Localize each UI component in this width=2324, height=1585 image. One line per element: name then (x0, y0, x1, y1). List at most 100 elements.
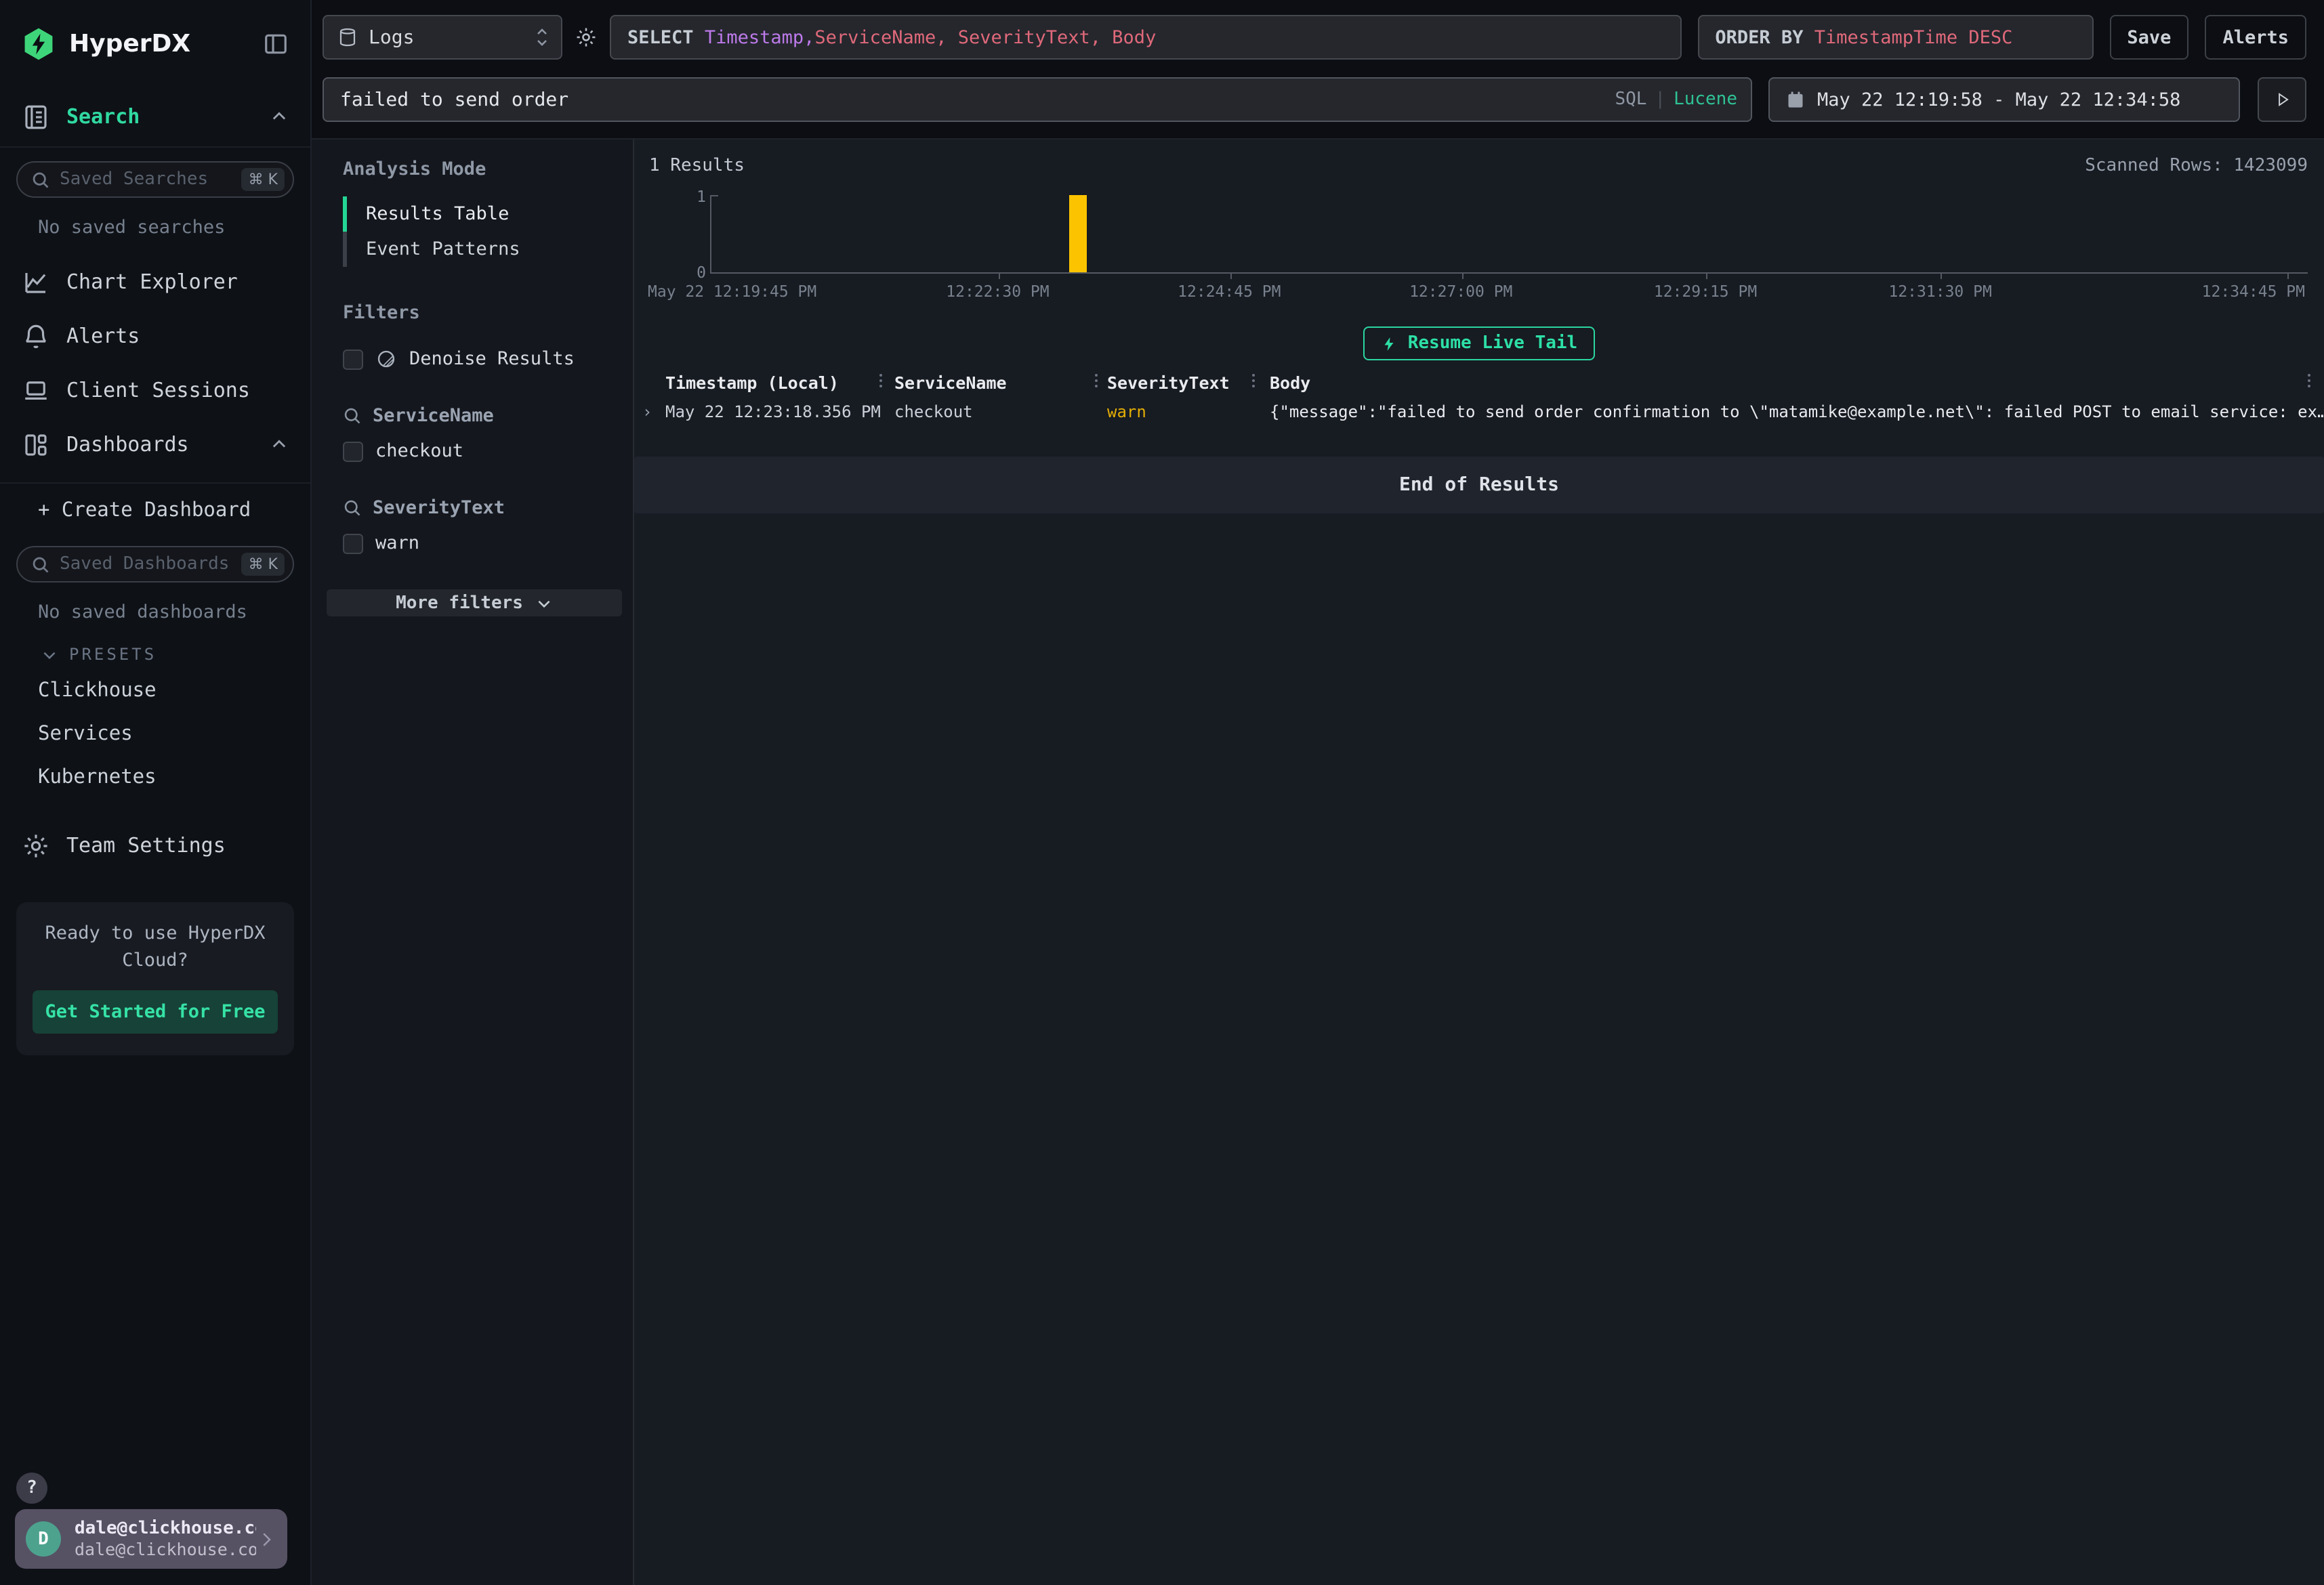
denoise-checkbox[interactable] (343, 349, 363, 369)
filter-group-name: SeverityText (373, 497, 505, 519)
create-dashboard-button[interactable]: + Create Dashboard (0, 484, 310, 532)
x-tickmark (1230, 272, 1232, 279)
notebook-icon (22, 102, 50, 131)
grid-icon (22, 430, 50, 459)
tab-event-patterns[interactable]: Event Patterns (343, 232, 619, 267)
resume-live-tail-label: Resume Live Tail (1408, 333, 1577, 354)
chevron-down-icon (535, 594, 553, 612)
sidebar-item-client-sessions[interactable]: Client Sessions (0, 363, 310, 417)
sidebar-item-chart-explorer[interactable]: Chart Explorer (0, 255, 310, 309)
user-subtitle: dale@clickhouse.com's (75, 1539, 256, 1559)
filter-option-label: checkout (375, 440, 463, 462)
chevron-up-icon (270, 435, 289, 454)
analysis-mode-tabs: Results Table Event Patterns (343, 196, 619, 267)
language-sql[interactable]: SQL (1615, 89, 1646, 110)
filter-option-label: warn (375, 532, 419, 554)
language-lucene[interactable]: Lucene (1674, 89, 1737, 110)
sidebar-collapse-button[interactable] (263, 30, 289, 56)
saved-dashboards-input[interactable] (60, 554, 242, 574)
cell-servicename: checkout (894, 397, 1107, 427)
lightning-bolt-icon (1381, 334, 1397, 353)
select-token-timestamp: Timestamp, (705, 26, 815, 48)
search-query-box[interactable]: SQL | Lucene (323, 77, 1752, 122)
col-timestamp[interactable]: Timestamp (Local) (665, 368, 894, 397)
chevron-right-icon (256, 1529, 276, 1549)
more-filters-label: More filters (396, 593, 523, 613)
col-servicename[interactable]: ServiceName (894, 368, 1107, 397)
x-tickmark (1941, 272, 1942, 279)
source-settings-button[interactable] (575, 26, 598, 49)
filter-group-header: ServiceName (343, 405, 619, 427)
saved-dashboards-search[interactable]: ⌘ K (16, 546, 294, 583)
get-started-button[interactable]: Get Started for Free (33, 990, 278, 1034)
col-severitytext[interactable]: SeverityText (1107, 368, 1270, 397)
cell-body: {"message":"failed to send order confirm… (1270, 397, 2324, 427)
more-filters-button[interactable]: More filters (327, 589, 622, 616)
sidebar-item-dashboards[interactable]: Dashboards (0, 417, 310, 471)
search-input[interactable] (340, 89, 1615, 110)
live-tail-row: Resume Live Tail (634, 326, 2324, 360)
warn-checkbox[interactable] (343, 533, 363, 553)
alerts-button[interactable]: Alerts (2205, 15, 2306, 60)
col-body[interactable]: Body (1270, 368, 2324, 397)
histogram-plot: 1 0 (710, 195, 2308, 274)
preset-kubernetes[interactable]: Kubernetes (0, 756, 310, 799)
table-header-row: Timestamp (Local) ServiceName SeverityTe… (634, 368, 2324, 397)
cloud-promo-card: Ready to use HyperDX Cloud? Get Started … (16, 902, 294, 1055)
bell-icon (22, 322, 50, 350)
checkout-checkbox[interactable] (343, 441, 363, 461)
sidebar-item-label: Alerts (66, 324, 289, 348)
sidebar-item-label: Client Sessions (66, 378, 289, 402)
select-token-columns: ServiceName, SeverityText, Body (814, 26, 1156, 48)
presets-label: PRESETS (69, 645, 157, 664)
y-tick-label: 0 (690, 263, 706, 282)
run-query-button[interactable] (2258, 77, 2306, 122)
x-tick-label: 12:29:15 PM (1654, 282, 1757, 301)
results-area: 1 Results Scanned Rows: 1423099 1 0 (633, 140, 2324, 1585)
column-separator-icon (1095, 374, 1098, 387)
filter-option-warn[interactable]: warn (343, 532, 619, 554)
language-separator: | (1655, 89, 1665, 110)
content: Analysis Mode Results Table Event Patter… (312, 140, 2324, 1585)
row-expander-icon[interactable]: › (634, 397, 665, 427)
sidebar-item-search[interactable]: Search (0, 87, 310, 146)
preset-services[interactable]: Services (0, 713, 310, 756)
cell-severitytext: warn (1107, 397, 1270, 427)
sidebar: HyperDX Search ⌘ K No saved searches Cha… (0, 0, 312, 1585)
saved-searches-input[interactable] (60, 169, 242, 190)
filter-option-checkout[interactable]: checkout (343, 440, 619, 462)
resume-live-tail-button[interactable]: Resume Live Tail (1363, 326, 1595, 360)
time-range-value: May 22 12:19:58 - May 22 12:34:58 (1817, 89, 2180, 110)
x-tick-label: 12:34:45 PM (2202, 282, 2305, 301)
select-clause-input[interactable]: SELECT Timestamp, ServiceName, SeverityT… (610, 15, 1681, 60)
results-table: Timestamp (Local) ServiceName SeverityTe… (634, 368, 2324, 427)
denoise-label: Denoise Results (409, 348, 575, 370)
table-row[interactable]: › May 22 12:23:18.356 PM checkout warn {… (634, 397, 2324, 427)
sidebar-item-alerts[interactable]: Alerts (0, 309, 310, 363)
laptop-icon (22, 376, 50, 404)
presets-toggle[interactable]: PRESETS (0, 631, 310, 669)
results-count: 1 Results (649, 156, 745, 176)
x-tickmark (1461, 272, 1463, 279)
preset-clickhouse[interactable]: Clickhouse (0, 669, 310, 713)
tab-results-table[interactable]: Results Table (343, 196, 619, 232)
filters-heading: Filters (343, 302, 619, 324)
magnifier-icon[interactable] (343, 499, 362, 517)
hatched-circle-icon (375, 348, 397, 370)
sidebar-item-team-settings[interactable]: Team Settings (0, 818, 310, 872)
saved-searches-search[interactable]: ⌘ K (16, 161, 294, 198)
help-button[interactable]: ? (16, 1473, 47, 1504)
magnifier-icon[interactable] (343, 406, 362, 425)
topbar-row-search: SQL | Lucene May 22 12:19:58 - May 22 12:3… (323, 77, 2306, 122)
order-by-input[interactable]: ORDER BY TimestampTime DESC (1697, 15, 2093, 60)
save-button[interactable]: Save (2109, 15, 2188, 60)
hyperdx-logo-icon (22, 26, 56, 60)
table-options-icon[interactable] (2308, 374, 2310, 387)
expander-col (634, 379, 665, 387)
no-saved-dashboards-text: No saved dashboards (0, 583, 310, 631)
gear-icon (22, 831, 50, 860)
user-menu[interactable]: D dale@clickhouse.com dale@clickhouse.co… (15, 1509, 287, 1569)
time-range-picker[interactable]: May 22 12:19:58 - May 22 12:34:58 (1768, 77, 2240, 122)
source-select[interactable]: Logs (323, 15, 562, 60)
histogram-bar[interactable] (1069, 195, 1087, 272)
